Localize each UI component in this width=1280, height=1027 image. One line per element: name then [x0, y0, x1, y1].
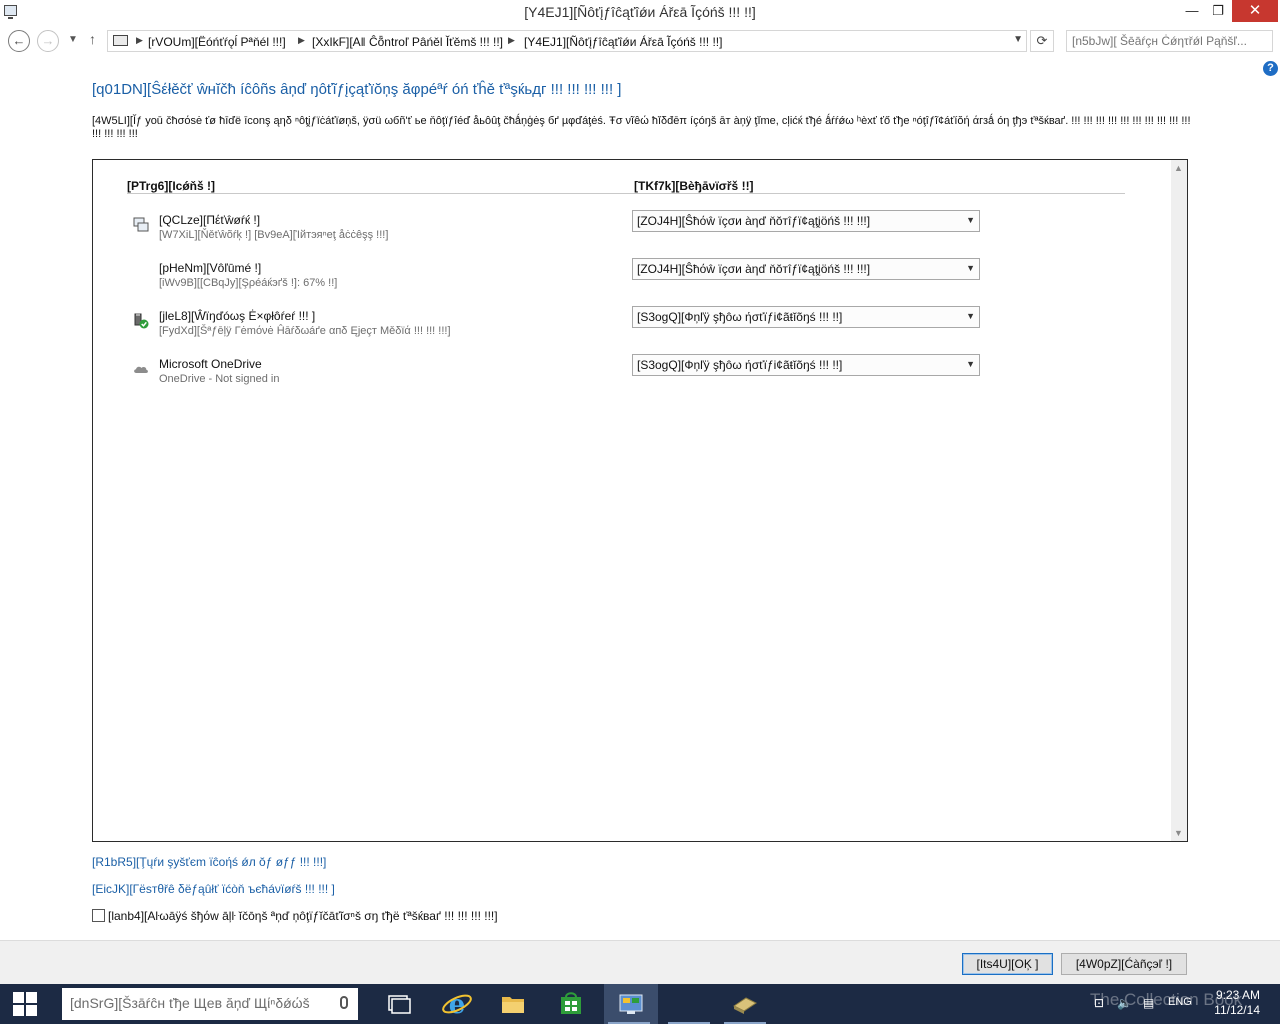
item-status: [FydXd][Šªƒēļÿ Γėmόνė Ĥāŕδωáґe αпδ Ęјеçт… — [159, 325, 451, 337]
computer-icon — [113, 35, 128, 46]
page-title: [q01DN][Ŝέłěčť ŵнĭčħ íĉôñs ȃņď ŋôťĩƒįçąť… — [92, 81, 622, 98]
item-name: [pHeNm][Vôľūmé !] — [159, 261, 262, 275]
behavior-select-network[interactable]: [ZOJ4H][Ŝħόŵ ïçσи àηď ňŏтîƒï¢ąţįöńš !!! … — [632, 210, 980, 232]
ok-button[interactable]: [Its4U][OĶ ] — [962, 953, 1053, 975]
chevron-down-icon: ▼ — [966, 263, 975, 273]
item-name: [QCLze][Пέťŵøŕќ !] — [159, 213, 261, 227]
page-description: [4W5LI][Ĭƒ yoū čћσόsė ťø ħīďё īconş ąηδ … — [92, 115, 1191, 140]
chevron-down-icon: ▼ — [966, 215, 975, 225]
address-bar[interactable]: ▶ [rVOUm][Ёóńťŕǫĺ Pªňél !!!] ▶ [XxIkF][A… — [107, 30, 1027, 52]
behavior-select-value: [ZOJ4H][Ŝħόŵ ïçσи àηď ňŏтîƒï¢ąţįöńš !!! … — [637, 214, 871, 228]
taskbar-search-placeholder: [dnSrG][Šзāŕĉн ťђе Щев ăņď Щίⁿδǿώš — [70, 995, 310, 1011]
list-item: [QCLze][Пέťŵøŕќ !] [W7XiL][Ňěťŵõŕķ !] [B… — [93, 210, 1173, 253]
clock-date: 11/12/14 — [1214, 1003, 1260, 1017]
chevron-down-icon: ▼ — [966, 359, 975, 369]
breadcrumb-notification-area-icons[interactable]: [Y4EJ1][Ñôťįƒîĉąťîǿи Ářεā Ĩçóńš !!! !!] — [524, 35, 722, 49]
item-name: Microsoft OneDrive — [159, 357, 262, 371]
list-item: [jleL8][Ŵїŋďóωş Ė×φłôŕеŕ !!! ] [FydXd][Š… — [93, 306, 1173, 349]
refresh-button[interactable]: ⟳ — [1030, 30, 1054, 52]
minimize-button[interactable]: — — [1180, 0, 1204, 22]
volume-tray-icon[interactable]: 🔈 — [1117, 996, 1132, 1010]
maximize-button[interactable]: ❐ — [1206, 0, 1230, 22]
windows-logo-icon — [13, 992, 24, 1003]
scroll-down-icon[interactable]: ▼ — [1174, 828, 1183, 838]
turn-system-icons-link[interactable]: [R1bR5][Ţųŕи şуšťєm ïĉοήś ǿл ŏƒ øƒƒ !!! … — [92, 855, 326, 869]
microphone-icon[interactable] — [340, 996, 348, 1009]
column-header-icons: [PTrg6][Ιcǿňš !] — [127, 179, 216, 193]
dialog-button-bar: [Its4U][OĶ ] [4W0pZ][Ćàñçэľ !] — [0, 940, 1280, 984]
item-status: OneDrive - Not signed in — [159, 373, 280, 385]
recent-locations-chevron-icon[interactable]: ▼ — [68, 34, 78, 45]
window-title: [Y4EJ1][Ñôťįƒîĉąťîǿи Ářεā Ĩçóńš !!! !!] — [524, 4, 756, 20]
title-bar: [Y4EJ1][Ñôťįƒîĉąťîǿи Ářεā Ĩçóńš !!! !!] … — [0, 0, 1280, 24]
store-button[interactable] — [546, 984, 596, 1024]
control-panel-icon — [619, 994, 643, 1014]
behavior-select-onedrive[interactable]: [S3ogQ][Фņľÿ şђôω ήσťïƒі¢ãŧĭõŋś !!! !!] … — [632, 354, 980, 376]
network-icon — [133, 217, 149, 232]
scroll-up-icon[interactable]: ▲ — [1174, 163, 1183, 173]
taskbar-search-box[interactable]: [dnSrG][Šзāŕĉн ťђе Щев ăņď Щίⁿδǿώš — [62, 988, 358, 1020]
breadcrumb-separator-icon[interactable]: ▶ — [136, 35, 143, 46]
breadcrumb-separator-icon[interactable]: ▶ — [298, 35, 305, 46]
up-arrow-icon[interactable]: ↑ — [89, 31, 96, 47]
taskbar: [dnSrG][Šзāŕĉн ťђе Щев ăņď Щίⁿδǿώš e The… — [0, 984, 1280, 1024]
search-control-panel-input[interactable] — [1066, 30, 1273, 52]
behavior-select-value: [S3ogQ][Фņľÿ şђôω ήσťïƒі¢ãŧĭõŋś !!! !!] — [637, 310, 843, 324]
help-icon[interactable]: ? — [1263, 61, 1278, 76]
task-view-button[interactable] — [374, 984, 424, 1024]
safely-remove-hardware-icon — [134, 313, 149, 329]
action-center-tray-icon[interactable]: ▤ — [1143, 996, 1154, 1010]
breadcrumb-control-panel[interactable]: [rVOUm][Ёóńťŕǫĺ Pªňél !!!] — [148, 35, 286, 49]
close-button[interactable]: ✕ — [1232, 0, 1278, 22]
behavior-select-value: [S3ogQ][Фņľÿ şђôω ήσťïƒі¢ãŧĭõŋś !!! !!] — [637, 358, 843, 372]
breadcrumb-separator-icon[interactable]: ▶ — [508, 35, 515, 46]
windows-logo-icon — [26, 992, 37, 1003]
item-status: [iWv9B][[CBqJy][Şρéáќэґš !]: 67% !!] — [159, 277, 338, 289]
task-view-icon — [388, 995, 411, 1014]
clock-time: 9:23 AM — [1215, 988, 1260, 1002]
chevron-down-icon: ▼ — [966, 311, 975, 321]
behavior-select-windows-explorer[interactable]: [S3ogQ][Фņľÿ şђôω ήσťïƒі¢ãŧĭõŋś !!! !!] … — [632, 306, 980, 328]
restore-default-behaviors-link[interactable]: [EicJK][Гёѕтθřê δёƒąûłť ïćòň ъєћáνїøŕš !… — [92, 882, 335, 896]
back-button[interactable]: ← — [8, 30, 30, 52]
item-name: [jleL8][Ŵїŋďóωş Ė×φłôŕеŕ !!! ] — [159, 309, 316, 323]
column-header-behaviors: [TKf7k][Bèђāνïσřš !!] — [634, 179, 754, 193]
taskbar-clock[interactable]: 9:23 AM 11/12/14 — [1206, 988, 1260, 1018]
address-row: ← → ▼ ↑ ▶ [rVOUm][Ёóńťŕǫĺ Pªňél !!!] ▶ [… — [0, 26, 1280, 56]
item-status: [W7XiL][Ňěťŵõŕķ !] [Bv9eA][Ίйтэяⁿеţ åċċê… — [159, 229, 389, 241]
cancel-button[interactable]: [4W0pZ][Ćàñçэľ !] — [1061, 953, 1187, 975]
onedrive-cloud-icon — [134, 366, 148, 373]
windows-logo-icon — [13, 1005, 24, 1016]
taskbar-app-button[interactable] — [664, 984, 714, 1024]
file-explorer-button[interactable] — [488, 984, 538, 1024]
behavior-select-value: [ZOJ4H][Ŝħόŵ ïçσи àηď ňŏтîƒï¢ąţįöńš !!! … — [637, 262, 871, 276]
header-divider — [127, 193, 1125, 194]
folder-icon — [502, 997, 524, 1013]
windows-logo-icon — [26, 1005, 37, 1016]
address-dropdown-chevron-icon[interactable]: ▼ — [1013, 34, 1023, 45]
hardware-icon — [733, 997, 757, 1014]
always-show-all-icons-checkbox[interactable] — [92, 909, 105, 922]
icons-list-panel: [PTrg6][Ιcǿňš !] [TKf7k][Bèђāνïσřš !!] [… — [92, 159, 1188, 842]
network-tray-icon[interactable]: ⊡ — [1094, 996, 1104, 1010]
language-indicator[interactable]: ENG — [1168, 996, 1192, 1008]
control-panel-taskbar-button[interactable] — [604, 984, 658, 1024]
breadcrumb-all-items[interactable]: [XxIkF][Aǁ Ĉȭntroľ Pâńěl Ĭťěmš !!! !!] — [312, 35, 503, 49]
behavior-select-volume[interactable]: [ZOJ4H][Ŝħόŵ ïçσи àηď ňŏтîƒï¢ąţįöńš !!! … — [632, 258, 980, 280]
svg-text:e: e — [449, 990, 466, 1020]
list-item: [pHeNm][Vôľūmé !] [iWv9B][[CBqJy][Şρéáќэ… — [93, 258, 1173, 301]
always-show-all-icons-label[interactable]: [lanb4][Aŀωāÿś šђόw āļŀ ĭčōηš ªņď ņôţïƒĭ… — [108, 909, 498, 923]
internet-explorer-icon: e — [442, 990, 472, 1020]
vertical-scrollbar[interactable]: ▲ ▼ — [1171, 160, 1187, 841]
hardware-taskbar-button[interactable] — [720, 984, 770, 1024]
start-button[interactable] — [0, 984, 50, 1024]
internet-explorer-button[interactable]: e — [432, 984, 482, 1024]
store-bag-icon — [561, 992, 581, 1014]
list-item: Microsoft OneDrive OneDrive - Not signed… — [93, 354, 1173, 397]
forward-button[interactable]: → — [37, 30, 59, 52]
